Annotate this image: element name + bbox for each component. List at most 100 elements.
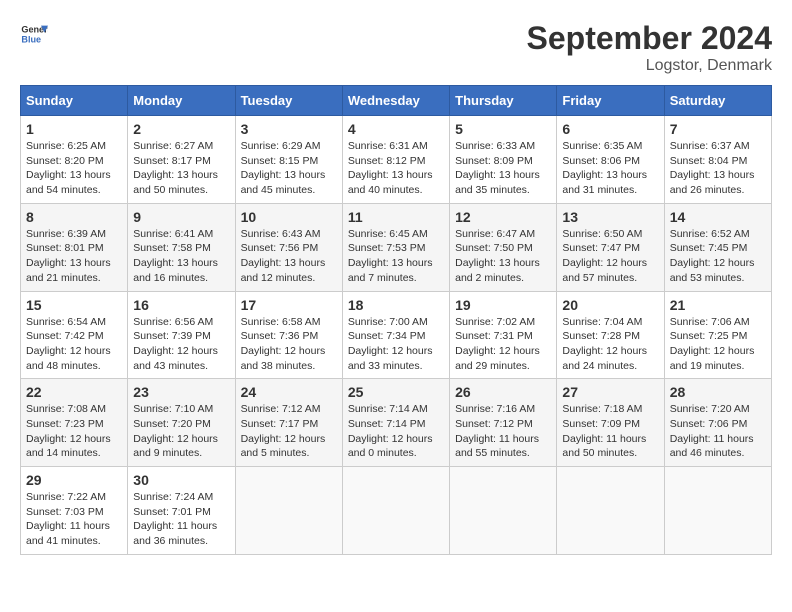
day-info: Sunrise: 6:45 AM Sunset: 7:53 PM Dayligh… (348, 227, 444, 286)
calendar-cell: 12 Sunrise: 6:47 AM Sunset: 7:50 PM Dayli… (450, 203, 557, 291)
calendar-cell: 29 Sunrise: 7:22 AM Sunset: 7:03 PM Dayli… (21, 467, 128, 555)
day-number: 18 (348, 297, 444, 313)
calendar-cell: 2 Sunrise: 6:27 AM Sunset: 8:17 PM Daylig… (128, 116, 235, 204)
calendar-cell (342, 467, 449, 555)
day-number: 3 (241, 121, 337, 137)
day-info: Sunrise: 6:37 AM Sunset: 8:04 PM Dayligh… (670, 139, 766, 198)
calendar-row: 15 Sunrise: 6:54 AM Sunset: 7:42 PM Dayli… (21, 291, 772, 379)
calendar-cell: 18 Sunrise: 7:00 AM Sunset: 7:34 PM Dayli… (342, 291, 449, 379)
header-monday: Monday (128, 86, 235, 116)
header-tuesday: Tuesday (235, 86, 342, 116)
calendar-cell: 16 Sunrise: 6:56 AM Sunset: 7:39 PM Dayli… (128, 291, 235, 379)
calendar-cell: 9Sunrise: 6:41 AM Sunset: 7:58 PM Daylig… (128, 203, 235, 291)
day-number: 6 (562, 121, 658, 137)
weekday-header-row: Sunday Monday Tuesday Wednesday Thursday… (21, 86, 772, 116)
day-info: Sunrise: 7:22 AM Sunset: 7:03 PM Dayligh… (26, 490, 122, 549)
calendar-cell: 7 Sunrise: 6:37 AM Sunset: 8:04 PM Daylig… (664, 116, 771, 204)
day-number: 29 (26, 472, 122, 488)
calendar-row: 1Sunrise: 6:25 AM Sunset: 8:20 PM Daylig… (21, 116, 772, 204)
day-number: 1 (26, 121, 122, 137)
day-info: Sunrise: 7:24 AM Sunset: 7:01 PM Dayligh… (133, 490, 229, 549)
day-number: 15 (26, 297, 122, 313)
day-info: Sunrise: 6:56 AM Sunset: 7:39 PM Dayligh… (133, 315, 229, 374)
day-number: 21 (670, 297, 766, 313)
calendar-cell (450, 467, 557, 555)
day-number: 7 (670, 121, 766, 137)
day-info: Sunrise: 6:58 AM Sunset: 7:36 PM Dayligh… (241, 315, 337, 374)
calendar-cell: 24 Sunrise: 7:12 AM Sunset: 7:17 PM Dayli… (235, 379, 342, 467)
calendar-cell: 6 Sunrise: 6:35 AM Sunset: 8:06 PM Daylig… (557, 116, 664, 204)
day-number: 24 (241, 384, 337, 400)
day-info: Sunrise: 6:39 AM Sunset: 8:01 PM Dayligh… (26, 227, 122, 286)
day-info: Sunrise: 7:12 AM Sunset: 7:17 PM Dayligh… (241, 402, 337, 461)
calendar-cell: 26Sunrise: 7:16 AM Sunset: 7:12 PM Dayli… (450, 379, 557, 467)
day-number: 13 (562, 209, 658, 225)
day-number: 12 (455, 209, 551, 225)
day-number: 5 (455, 121, 551, 137)
calendar-cell: 13 Sunrise: 6:50 AM Sunset: 7:47 PM Dayli… (557, 203, 664, 291)
day-info: Sunrise: 6:50 AM Sunset: 7:47 PM Dayligh… (562, 227, 658, 286)
day-info: Sunrise: 6:52 AM Sunset: 7:45 PM Dayligh… (670, 227, 766, 286)
day-info: Sunrise: 7:06 AM Sunset: 7:25 PM Dayligh… (670, 315, 766, 374)
calendar-cell: 23Sunrise: 7:10 AM Sunset: 7:20 PM Dayli… (128, 379, 235, 467)
header: General Blue September 2024 Logstor, Den… (20, 20, 772, 75)
day-info: Sunrise: 7:18 AM Sunset: 7:09 PM Dayligh… (562, 402, 658, 461)
calendar-cell: 30 Sunrise: 7:24 AM Sunset: 7:01 PM Dayli… (128, 467, 235, 555)
calendar-cell: 8 Sunrise: 6:39 AM Sunset: 8:01 PM Daylig… (21, 203, 128, 291)
calendar-cell: 19 Sunrise: 7:02 AM Sunset: 7:31 PM Dayli… (450, 291, 557, 379)
calendar-cell: 28 Sunrise: 7:20 AM Sunset: 7:06 PM Dayli… (664, 379, 771, 467)
day-info: Sunrise: 7:02 AM Sunset: 7:31 PM Dayligh… (455, 315, 551, 374)
day-info: Sunrise: 6:29 AM Sunset: 8:15 PM Dayligh… (241, 139, 337, 198)
day-number: 8 (26, 209, 122, 225)
calendar-cell: 1Sunrise: 6:25 AM Sunset: 8:20 PM Daylig… (21, 116, 128, 204)
day-number: 22 (26, 384, 122, 400)
calendar-cell (557, 467, 664, 555)
day-number: 20 (562, 297, 658, 313)
day-info: Sunrise: 6:47 AM Sunset: 7:50 PM Dayligh… (455, 227, 551, 286)
day-number: 17 (241, 297, 337, 313)
day-number: 4 (348, 121, 444, 137)
page-container: General Blue September 2024 Logstor, Den… (20, 20, 772, 555)
calendar-table: Sunday Monday Tuesday Wednesday Thursday… (20, 85, 772, 555)
calendar-cell: 17 Sunrise: 6:58 AM Sunset: 7:36 PM Dayli… (235, 291, 342, 379)
day-info: Sunrise: 6:27 AM Sunset: 8:17 PM Dayligh… (133, 139, 229, 198)
day-number: 10 (241, 209, 337, 225)
day-number: 19 (455, 297, 551, 313)
day-number: 30 (133, 472, 229, 488)
calendar-cell: 3 Sunrise: 6:29 AM Sunset: 8:15 PM Daylig… (235, 116, 342, 204)
day-info: Sunrise: 6:31 AM Sunset: 8:12 PM Dayligh… (348, 139, 444, 198)
day-info: Sunrise: 7:08 AM Sunset: 7:23 PM Dayligh… (26, 402, 122, 461)
day-info: Sunrise: 7:10 AM Sunset: 7:20 PM Dayligh… (133, 402, 229, 461)
calendar-cell (235, 467, 342, 555)
day-number: 26 (455, 384, 551, 400)
day-info: Sunrise: 6:41 AM Sunset: 7:58 PM Dayligh… (133, 227, 229, 286)
day-info: Sunrise: 6:54 AM Sunset: 7:42 PM Dayligh… (26, 315, 122, 374)
header-friday: Friday (557, 86, 664, 116)
calendar-row: 8 Sunrise: 6:39 AM Sunset: 8:01 PM Daylig… (21, 203, 772, 291)
calendar-cell: 21 Sunrise: 7:06 AM Sunset: 7:25 PM Dayli… (664, 291, 771, 379)
svg-text:Blue: Blue (21, 34, 41, 44)
day-info: Sunrise: 7:20 AM Sunset: 7:06 PM Dayligh… (670, 402, 766, 461)
day-info: Sunrise: 7:04 AM Sunset: 7:28 PM Dayligh… (562, 315, 658, 374)
day-number: 28 (670, 384, 766, 400)
day-number: 2 (133, 121, 229, 137)
calendar-cell: 22 Sunrise: 7:08 AM Sunset: 7:23 PM Dayli… (21, 379, 128, 467)
header-thursday: Thursday (450, 86, 557, 116)
title-area: September 2024 Logstor, Denmark (527, 20, 772, 75)
day-number: 14 (670, 209, 766, 225)
day-info: Sunrise: 7:14 AM Sunset: 7:14 PM Dayligh… (348, 402, 444, 461)
calendar-cell: 10Sunrise: 6:43 AM Sunset: 7:56 PM Dayli… (235, 203, 342, 291)
month-title: September 2024 (527, 20, 772, 57)
day-number: 16 (133, 297, 229, 313)
calendar-cell: 15 Sunrise: 6:54 AM Sunset: 7:42 PM Dayli… (21, 291, 128, 379)
day-number: 27 (562, 384, 658, 400)
calendar-cell: 27 Sunrise: 7:18 AM Sunset: 7:09 PM Dayli… (557, 379, 664, 467)
day-info: Sunrise: 6:35 AM Sunset: 8:06 PM Dayligh… (562, 139, 658, 198)
calendar-row: 29 Sunrise: 7:22 AM Sunset: 7:03 PM Dayli… (21, 467, 772, 555)
day-info: Sunrise: 7:00 AM Sunset: 7:34 PM Dayligh… (348, 315, 444, 374)
day-number: 25 (348, 384, 444, 400)
day-info: Sunrise: 6:33 AM Sunset: 8:09 PM Dayligh… (455, 139, 551, 198)
calendar-cell: 11Sunrise: 6:45 AM Sunset: 7:53 PM Dayli… (342, 203, 449, 291)
logo: General Blue (20, 20, 48, 48)
calendar-cell: 14 Sunrise: 6:52 AM Sunset: 7:45 PM Dayli… (664, 203, 771, 291)
